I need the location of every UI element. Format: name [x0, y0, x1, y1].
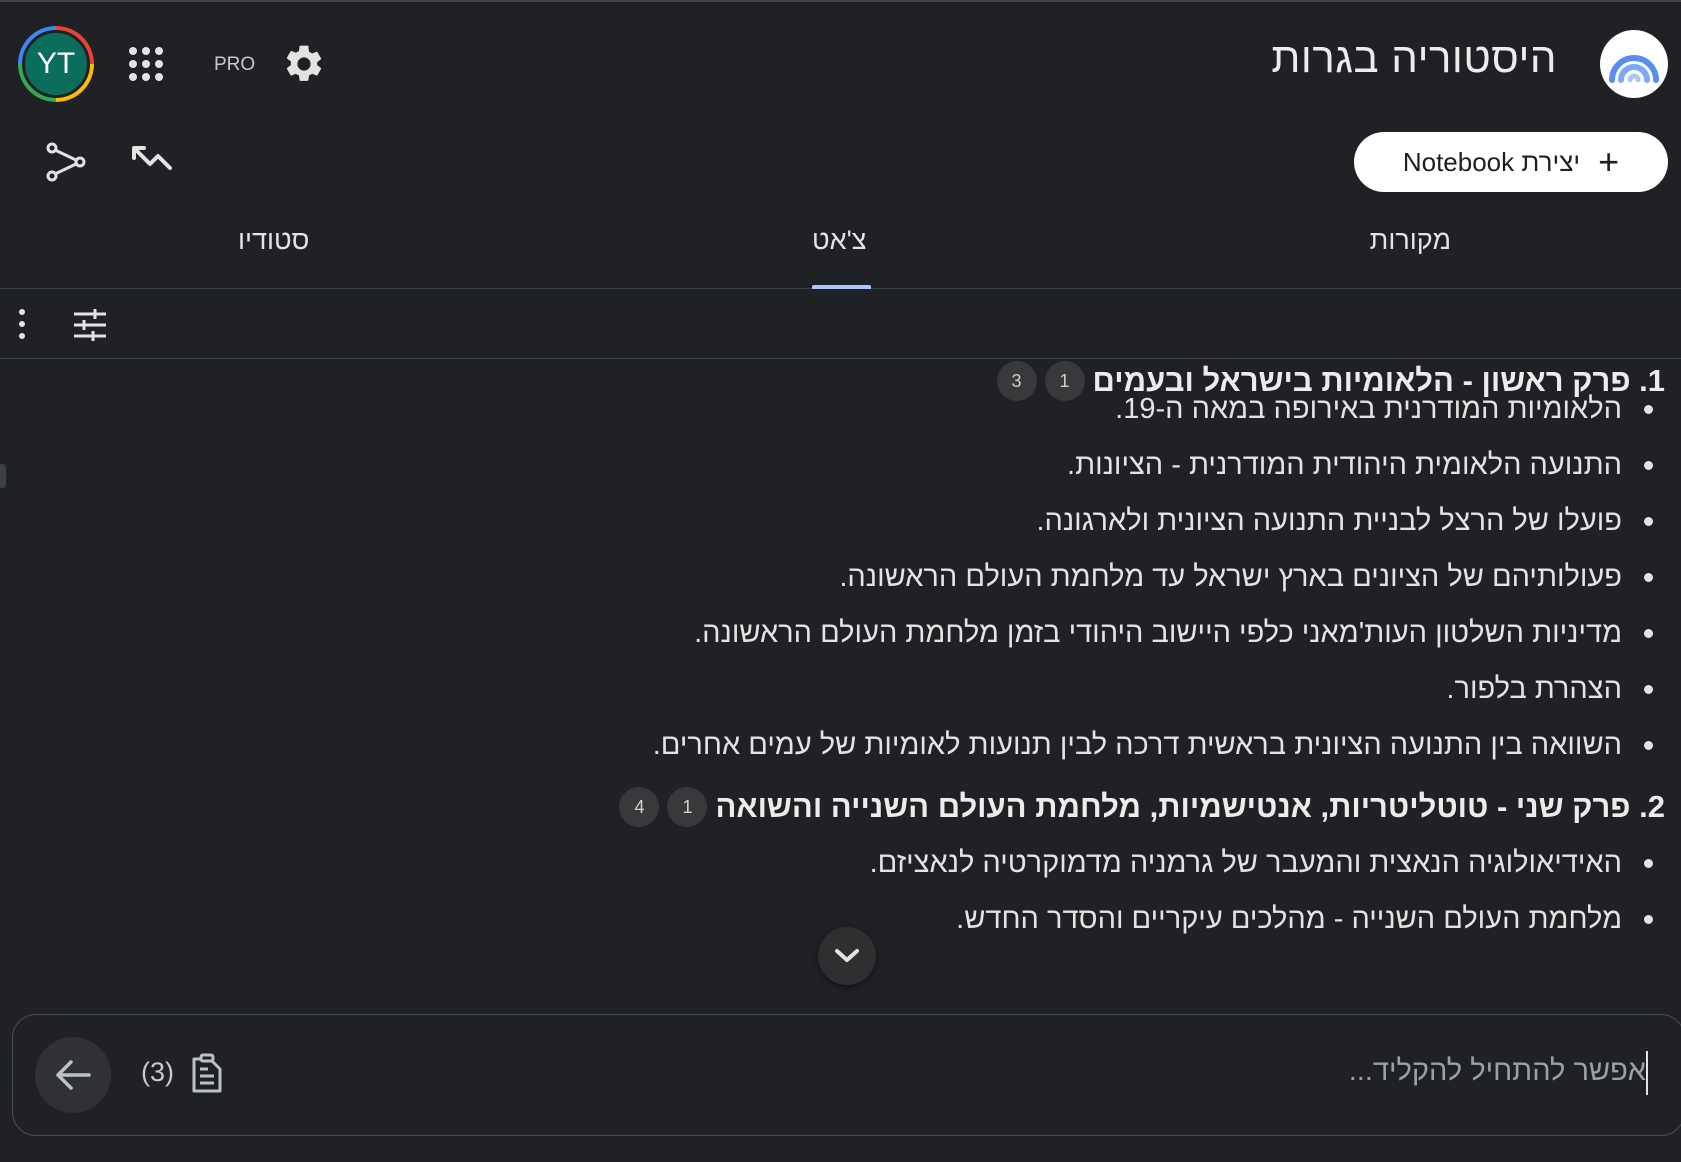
- list-item-text: הצהרת בלפור.: [1446, 673, 1622, 705]
- bullet-dot: [1644, 915, 1653, 924]
- section-heading: 2. פרק שני - טוטליטריות, אנטישמיות, מלחמ…: [619, 787, 1665, 827]
- list-item: מלחמת העולם השנייה - מהלכים עיקריים והסד…: [956, 903, 1653, 936]
- chat-response: 1. פרק ראשון - הלאומיות בישראל ובעמים 1 …: [0, 359, 1681, 1014]
- bullet-dot: [1644, 461, 1653, 470]
- kebab-icon[interactable]: [14, 307, 30, 341]
- list-item-text: פועלו של הרצל לבניית התנועה הציונית ולאר…: [1036, 505, 1622, 537]
- arrow-left-icon: [56, 1060, 91, 1090]
- citation-badge[interactable]: 4: [619, 787, 660, 827]
- notebook-app: היסטוריה בגרות YT PRO + יצירת Notebook מ…: [0, 0, 1681, 1162]
- list-item-text: השוואה בין התנועה הציונית בראשית דרכה לב…: [652, 729, 1622, 761]
- list-item: הצהרת בלפור.: [1446, 673, 1653, 706]
- avatar-initials: YT: [22, 30, 90, 98]
- list-item: התנועה הלאומית היהודית המודרנית - הציונו…: [1067, 449, 1653, 482]
- list-item-text: האידיאולוגיה הנאצית והמעבר של גרמניה מדמ…: [869, 847, 1622, 879]
- bullet-dot: [1644, 741, 1653, 750]
- list-item: מדיניות השלטון העות'מאני כלפי היישוב היה…: [694, 617, 1653, 650]
- plus-icon: +: [1598, 141, 1620, 182]
- list-item: פעולותיהם של הציונים בארץ ישראל עד מלחמת…: [839, 561, 1653, 594]
- share-icon[interactable]: [44, 140, 88, 184]
- scroll-down-button[interactable]: [818, 927, 876, 985]
- citation-badge[interactable]: 1: [1044, 361, 1085, 401]
- section-title: 2. פרק שני - טוטליטריות, אנטישמיות, מלחמ…: [715, 789, 1665, 824]
- tab-studio[interactable]: סטודיו: [238, 225, 309, 256]
- create-notebook-label: יצירת Notebook: [1402, 146, 1581, 177]
- header: היסטוריה בגרות YT PRO: [0, 2, 1681, 124]
- bullet-dot: [1644, 685, 1653, 694]
- bullet-dot: [1644, 517, 1653, 526]
- chevron-down-icon: [835, 949, 859, 962]
- gear-icon[interactable]: [282, 42, 326, 86]
- bullet-dot: [1644, 573, 1653, 582]
- tune-icon[interactable]: [72, 307, 108, 343]
- list-item: הלאומיות המודרנית באירופה במאה ה-19.: [1115, 393, 1653, 426]
- source-count: (3): [141, 1057, 174, 1087]
- collapse-icon[interactable]: [130, 142, 174, 182]
- citation-badge[interactable]: 1: [667, 787, 708, 827]
- tab-bar: מקורות צ'אט סטודיו: [0, 207, 1681, 289]
- citation-badge[interactable]: 3: [996, 361, 1037, 401]
- chat-input-placeholder[interactable]: אפשר להתחיל להקליד...: [1349, 1055, 1646, 1088]
- text-caret: [1646, 1051, 1648, 1095]
- create-notebook-button[interactable]: + יצירת Notebook: [1354, 132, 1668, 192]
- chat-toolbar: [0, 289, 1681, 359]
- pro-badge: PRO: [214, 54, 256, 75]
- list-item-text: מדיניות השלטון העות'מאני כלפי היישוב היה…: [694, 617, 1622, 649]
- bullet-dot: [1644, 629, 1653, 638]
- chat-input-box[interactable]: (3) אפשר להתחיל להקליד...: [12, 1014, 1681, 1136]
- send-button[interactable]: [35, 1037, 111, 1113]
- tab-sources[interactable]: מקורות: [1370, 225, 1451, 256]
- avatar[interactable]: YT: [18, 26, 94, 102]
- list-item: האידיאולוגיה הנאצית והמעבר של גרמניה מדמ…: [870, 847, 1653, 880]
- notebooklm-logo-icon[interactable]: [1600, 30, 1668, 98]
- tab-chat[interactable]: צ'אט: [812, 225, 866, 256]
- list-item-text: פעולותיהם של הציונים בארץ ישראל עד מלחמת…: [839, 561, 1622, 593]
- list-item-text: התנועה הלאומית היהודית המודרנית - הציונו…: [1067, 449, 1622, 481]
- list-item-text: מלחמת העולם השנייה - מהלכים עיקריים והסד…: [956, 903, 1622, 935]
- notebook-title[interactable]: היסטוריה בגרות: [1271, 34, 1557, 82]
- bullet-dot: [1644, 859, 1653, 868]
- list-item-text: הלאומיות המודרנית באירופה במאה ה-19.: [1115, 393, 1622, 425]
- list-item: השוואה בין התנועה הציונית בראשית דרכה לב…: [653, 729, 1653, 762]
- list-item: פועלו של הרצל לבניית התנועה הציונית ולאר…: [1036, 505, 1653, 538]
- apps-grid-icon[interactable]: [128, 46, 164, 82]
- document-icon[interactable]: [189, 1053, 225, 1095]
- bullet-dot: [1644, 405, 1653, 414]
